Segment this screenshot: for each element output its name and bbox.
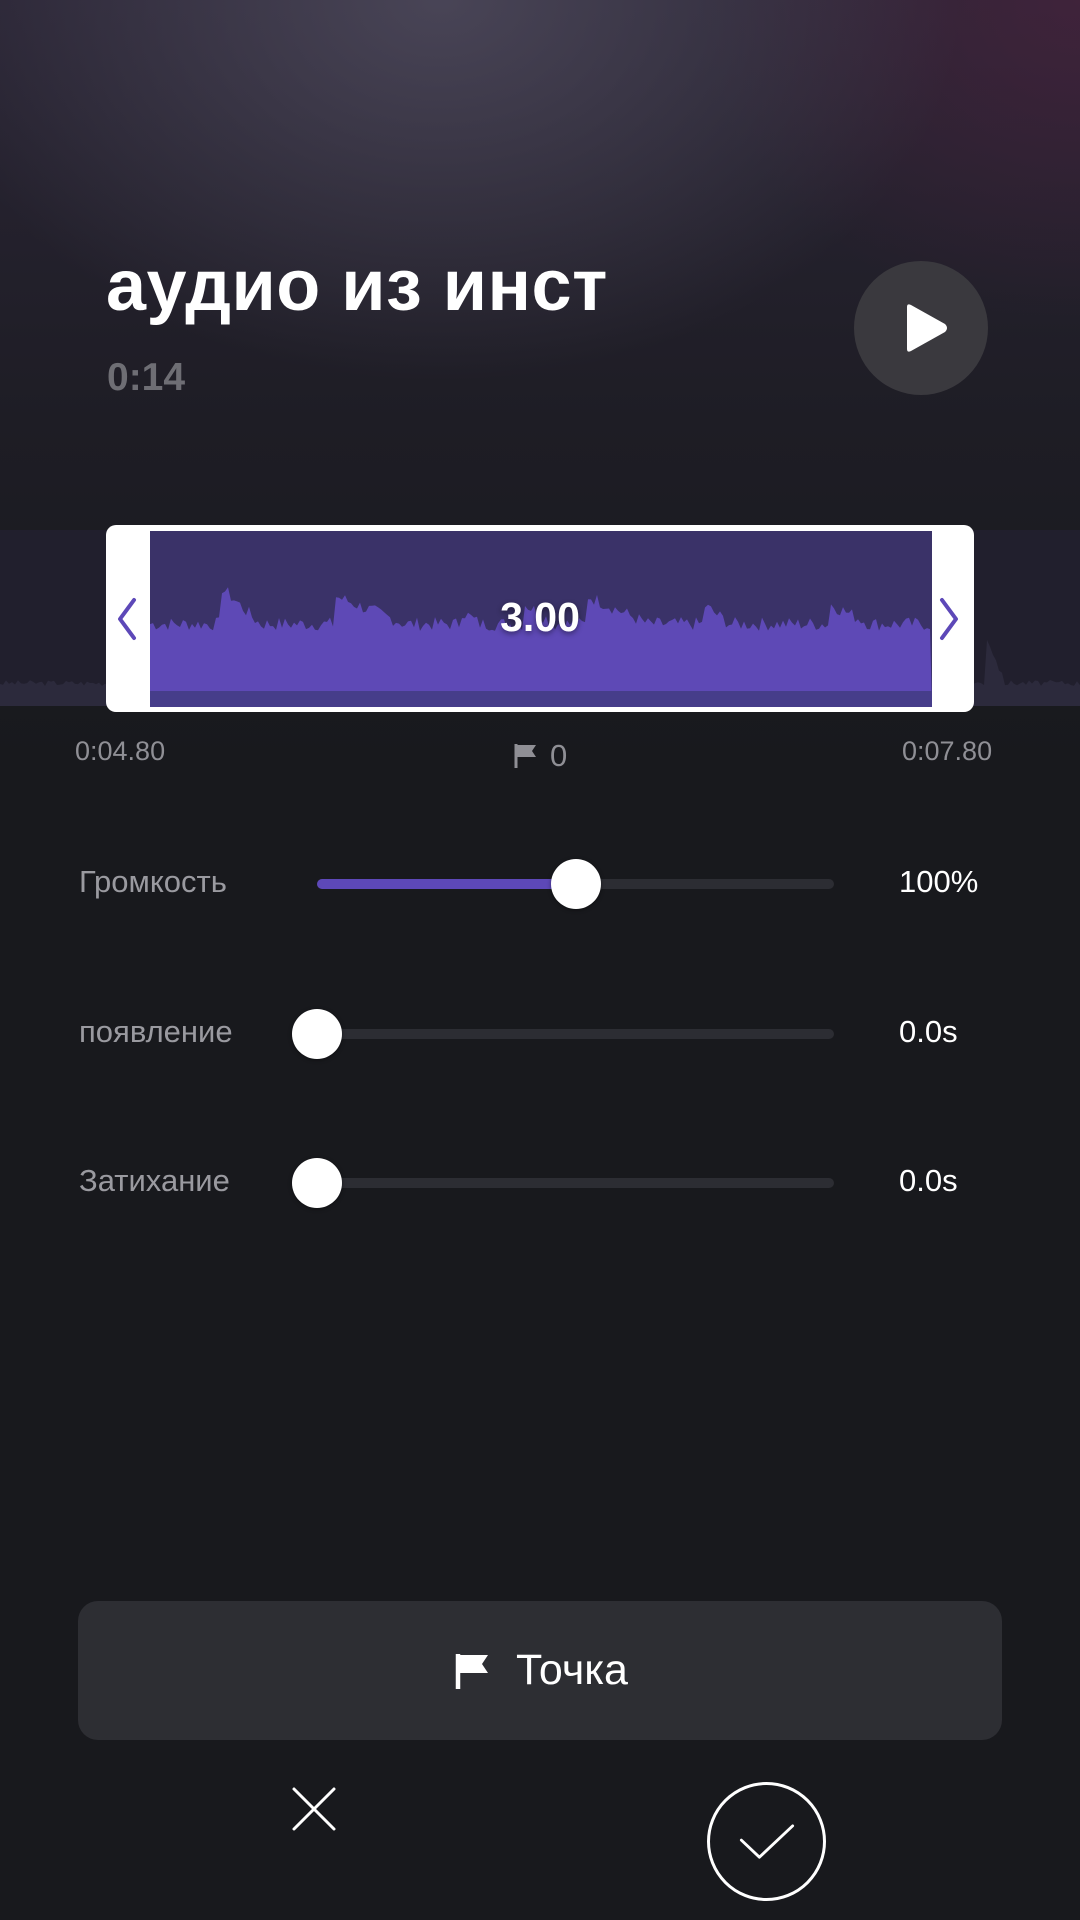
trim-end-time: 0:07.80 bbox=[902, 736, 993, 766]
volume-value: 100% bbox=[899, 864, 979, 899]
play-button[interactable] bbox=[854, 261, 988, 395]
close-icon bbox=[292, 1787, 336, 1831]
volume-slider[interactable] bbox=[317, 859, 834, 909]
track-title: аудио из инст bbox=[106, 246, 608, 326]
trim-start-handle[interactable] bbox=[114, 596, 140, 642]
marker-count: 0 bbox=[512, 740, 567, 771]
trim-start-time: 0:04.80 bbox=[75, 736, 166, 766]
fade-out-label: Затихание bbox=[79, 1163, 230, 1198]
chevron-right-icon bbox=[940, 598, 958, 640]
add-marker-label: Точка bbox=[516, 1646, 628, 1694]
fade-in-slider-thumb[interactable] bbox=[292, 1009, 342, 1059]
play-icon bbox=[907, 304, 947, 352]
volume-slider-fill bbox=[317, 879, 576, 889]
trim-end-handle[interactable] bbox=[936, 596, 962, 642]
selection-length: 3.00 bbox=[500, 594, 580, 640]
volume-slider-thumb[interactable] bbox=[550, 859, 601, 909]
fade-in-label: появление bbox=[79, 1014, 233, 1049]
flag-icon bbox=[455, 1653, 489, 1689]
checkmark-icon bbox=[739, 1823, 794, 1859]
volume-row: Громкость 100% bbox=[0, 852, 1080, 912]
flag-icon bbox=[514, 743, 536, 768]
confirm-button[interactable] bbox=[707, 1782, 826, 1901]
cancel-button[interactable] bbox=[285, 1780, 343, 1838]
fade-in-value: 0.0s bbox=[899, 1014, 958, 1049]
marker-count-value: 0 bbox=[550, 738, 568, 773]
fade-out-slider[interactable] bbox=[292, 1158, 834, 1208]
trim-bottom-bar bbox=[150, 691, 932, 707]
fade-in-slider[interactable] bbox=[292, 1009, 834, 1059]
fade-out-value: 0.0s bbox=[899, 1163, 958, 1198]
fade-out-row: Затихание 0.0s bbox=[0, 1151, 1080, 1211]
add-marker-button[interactable]: Точка bbox=[78, 1601, 1002, 1740]
fade-in-row: появление 0.0s bbox=[0, 1002, 1080, 1062]
volume-label: Громкость bbox=[79, 864, 227, 899]
chevron-left-icon bbox=[118, 598, 136, 640]
track-duration: 0:14 bbox=[107, 356, 186, 399]
fade-out-slider-thumb[interactable] bbox=[292, 1158, 342, 1208]
